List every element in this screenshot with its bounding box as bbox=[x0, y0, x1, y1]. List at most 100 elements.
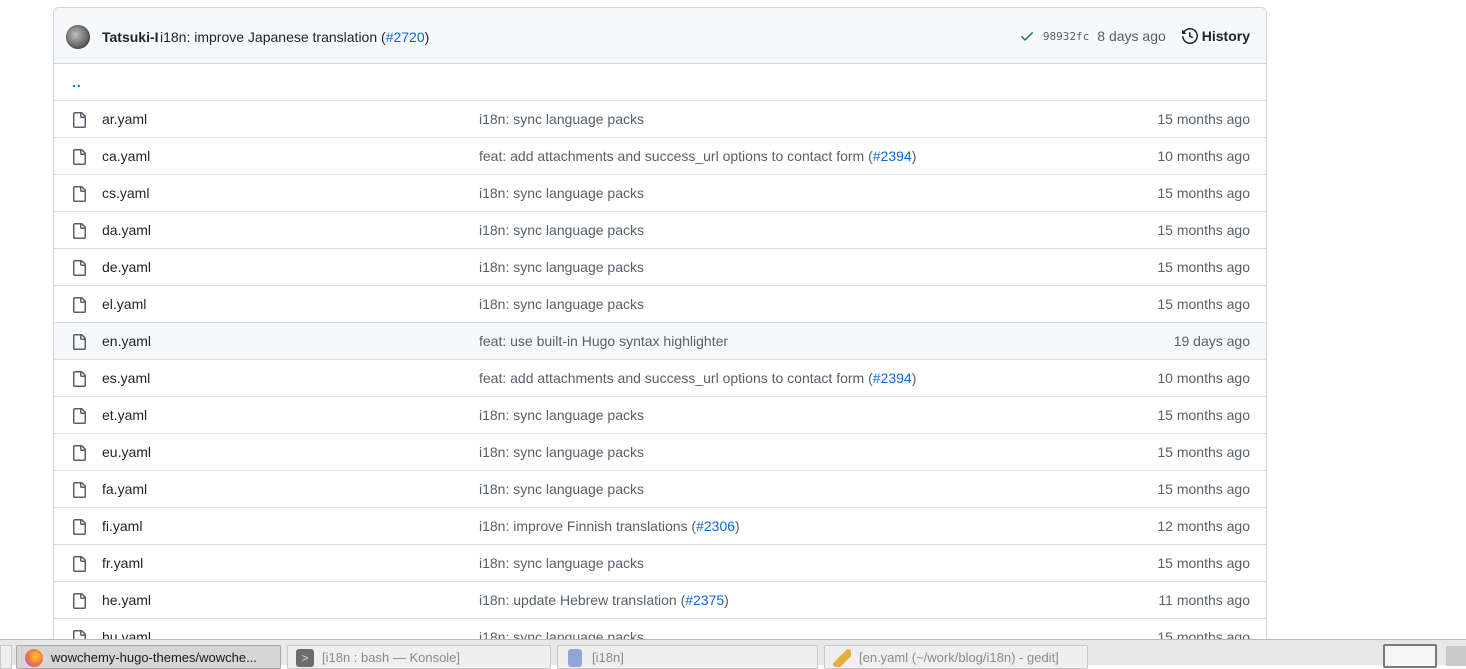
file-commit-text[interactable]: i18n: sync language packs bbox=[479, 185, 644, 201]
file-commit-text[interactable]: i18n: sync language packs bbox=[479, 296, 644, 312]
file-row[interactable]: en.yaml feat: use built-in Hugo syntax hi… bbox=[54, 323, 1266, 360]
file-commit-text[interactable]: i18n: sync language packs bbox=[479, 444, 644, 460]
file-age: 15 months ago bbox=[1157, 555, 1250, 571]
file-age: 15 months ago bbox=[1157, 444, 1250, 460]
file-name[interactable]: de.yaml bbox=[102, 259, 151, 275]
file-row[interactable]: de.yaml i18n: sync language packs 15 month… bbox=[54, 249, 1266, 286]
gedit-icon bbox=[833, 649, 851, 667]
file-row[interactable]: he.yaml i18n: update Hebrew translation (… bbox=[54, 582, 1266, 619]
file-icon bbox=[71, 371, 87, 387]
file-name[interactable]: eu.yaml bbox=[102, 444, 151, 460]
file-row[interactable]: fi.yaml i18n: improve Finnish translation… bbox=[54, 508, 1266, 545]
file-age: 15 months ago bbox=[1157, 296, 1250, 312]
task-label: [i18n : bash — Konsole] bbox=[322, 650, 461, 665]
taskbar-task-firefox[interactable]: wowchemy-hugo-themes/wowche... bbox=[16, 645, 281, 669]
parent-directory-link[interactable]: .. bbox=[72, 74, 82, 90]
task-label: [en.yaml (~/work/blog/i18n) - gedit] bbox=[859, 650, 1059, 665]
file-row[interactable]: da.yaml i18n: sync language packs 15 month… bbox=[54, 212, 1266, 249]
file-icon bbox=[71, 334, 87, 350]
file-commit-text[interactable]: i18n: improve Finnish translations ( bbox=[479, 518, 696, 534]
file-commit-message[interactable]: feat: use built-in Hugo syntax highlight… bbox=[479, 333, 728, 349]
file-commit-paren: ) bbox=[911, 370, 917, 386]
file-name[interactable]: en.yaml bbox=[102, 333, 151, 349]
file-commit-pr-link[interactable]: #2306 bbox=[696, 518, 735, 534]
file-commit-text[interactable]: i18n: sync language packs bbox=[479, 555, 644, 571]
commit-sha[interactable]: 98932fc bbox=[1043, 30, 1089, 43]
file-name[interactable]: fa.yaml bbox=[102, 481, 147, 497]
file-name[interactable]: fi.yaml bbox=[102, 518, 142, 534]
file-commit-text[interactable]: i18n: sync language packs bbox=[479, 111, 644, 127]
file-commit-text[interactable]: i18n: sync language packs bbox=[479, 481, 644, 497]
file-commit-message[interactable]: i18n: update Hebrew translation (#2375) bbox=[479, 592, 729, 608]
check-icon[interactable] bbox=[1019, 28, 1035, 44]
taskbar-left-stub[interactable] bbox=[0, 645, 12, 669]
file-commit-text[interactable]: feat: use built-in Hugo syntax highlight… bbox=[479, 333, 728, 349]
taskbar-task-konsole[interactable]: > [i18n : bash — Konsole] bbox=[287, 645, 551, 669]
file-row[interactable]: ar.yaml i18n: sync language packs 15 month… bbox=[54, 101, 1266, 138]
file-commit-pr-link[interactable]: #2394 bbox=[873, 370, 912, 386]
file-name[interactable]: fr.yaml bbox=[102, 555, 143, 571]
file-commit-text[interactable]: i18n: sync language packs bbox=[479, 222, 644, 238]
file-list: ar.yaml i18n: sync language packs 15 month… bbox=[54, 101, 1266, 646]
file-commit-text[interactable]: feat: add attachments and success_url op… bbox=[479, 370, 873, 386]
taskbar-task-gedit[interactable]: [en.yaml (~/work/blog/i18n) - gedit] bbox=[824, 645, 1088, 669]
file-commit-message[interactable]: i18n: sync language packs bbox=[479, 407, 644, 423]
file-name[interactable]: el.yaml bbox=[102, 296, 146, 312]
file-commit-text[interactable]: i18n: update Hebrew translation ( bbox=[479, 592, 685, 608]
file-name[interactable]: cs.yaml bbox=[102, 185, 149, 201]
taskbar: wowchemy-hugo-themes/wowche... > [i18n :… bbox=[0, 639, 1466, 669]
file-icon bbox=[71, 260, 87, 276]
file-commit-pr-link[interactable]: #2375 bbox=[685, 592, 724, 608]
file-age: 15 months ago bbox=[1157, 222, 1250, 238]
file-row[interactable]: eu.yaml i18n: sync language packs 15 month… bbox=[54, 434, 1266, 471]
file-age: 12 months ago bbox=[1157, 518, 1250, 534]
file-name[interactable]: ar.yaml bbox=[102, 111, 147, 127]
commit-message[interactable]: i18n: improve Japanese translation (#272… bbox=[160, 29, 429, 45]
file-commit-message[interactable]: i18n: sync language packs bbox=[479, 444, 644, 460]
history-button[interactable]: History bbox=[1181, 28, 1250, 44]
file-icon bbox=[71, 556, 87, 572]
file-commit-message[interactable]: i18n: sync language packs bbox=[479, 185, 644, 201]
file-row[interactable]: fa.yaml i18n: sync language packs 15 month… bbox=[54, 471, 1266, 508]
task-label: wowchemy-hugo-themes/wowche... bbox=[51, 650, 257, 665]
commit-author[interactable]: Tatsuki-I bbox=[102, 29, 159, 45]
commit-pr-link[interactable]: #2720 bbox=[386, 29, 425, 45]
file-icon bbox=[71, 186, 87, 202]
file-commit-text[interactable]: i18n: sync language packs bbox=[479, 407, 644, 423]
workspace-switcher[interactable] bbox=[1383, 644, 1437, 668]
file-commit-message[interactable]: i18n: sync language packs bbox=[479, 296, 644, 312]
file-commit-message[interactable]: i18n: sync language packs bbox=[479, 481, 644, 497]
file-row[interactable]: es.yaml feat: add attachments and success… bbox=[54, 360, 1266, 397]
parent-directory-row[interactable]: .. bbox=[54, 64, 1266, 101]
file-age: 15 months ago bbox=[1157, 259, 1250, 275]
file-row[interactable]: cs.yaml i18n: sync language packs 15 month… bbox=[54, 175, 1266, 212]
file-row[interactable]: el.yaml i18n: sync language packs 15 month… bbox=[54, 286, 1266, 323]
commit-message-text[interactable]: i18n: improve Japanese translation ( bbox=[160, 29, 386, 45]
file-commit-text[interactable]: feat: add attachments and success_url op… bbox=[479, 148, 873, 164]
file-name[interactable]: ca.yaml bbox=[102, 148, 150, 164]
file-commit-text[interactable]: i18n: sync language packs bbox=[479, 259, 644, 275]
file-commit-message[interactable]: i18n: sync language packs bbox=[479, 259, 644, 275]
file-commit-message[interactable]: i18n: sync language packs bbox=[479, 555, 644, 571]
file-name[interactable]: et.yaml bbox=[102, 407, 147, 423]
file-row[interactable]: fr.yaml i18n: sync language packs 15 month… bbox=[54, 545, 1266, 582]
taskbar-task-file-manager[interactable]: [i18n] bbox=[557, 645, 818, 669]
file-commit-message[interactable]: feat: add attachments and success_url op… bbox=[479, 370, 916, 386]
file-commit-message[interactable]: i18n: sync language packs bbox=[479, 111, 644, 127]
file-name[interactable]: he.yaml bbox=[102, 592, 151, 608]
file-commit-pr-link[interactable]: #2394 bbox=[873, 148, 912, 164]
file-name[interactable]: da.yaml bbox=[102, 222, 151, 238]
file-row[interactable]: ca.yaml feat: add attachments and success… bbox=[54, 138, 1266, 175]
file-commit-message[interactable]: i18n: sync language packs bbox=[479, 222, 644, 238]
file-icon bbox=[71, 112, 87, 128]
file-commit-message[interactable]: i18n: improve Finnish translations (#230… bbox=[479, 518, 740, 534]
file-row[interactable]: et.yaml i18n: sync language packs 15 month… bbox=[54, 397, 1266, 434]
history-icon bbox=[1181, 28, 1198, 44]
file-commit-paren: ) bbox=[911, 148, 917, 164]
file-commit-message[interactable]: feat: add attachments and success_url op… bbox=[479, 148, 916, 164]
show-desktop-button[interactable] bbox=[1446, 646, 1466, 666]
file-age: 15 months ago bbox=[1157, 111, 1250, 127]
file-name[interactable]: es.yaml bbox=[102, 370, 150, 386]
konsole-icon: > bbox=[296, 649, 314, 667]
author-avatar[interactable] bbox=[66, 25, 90, 49]
